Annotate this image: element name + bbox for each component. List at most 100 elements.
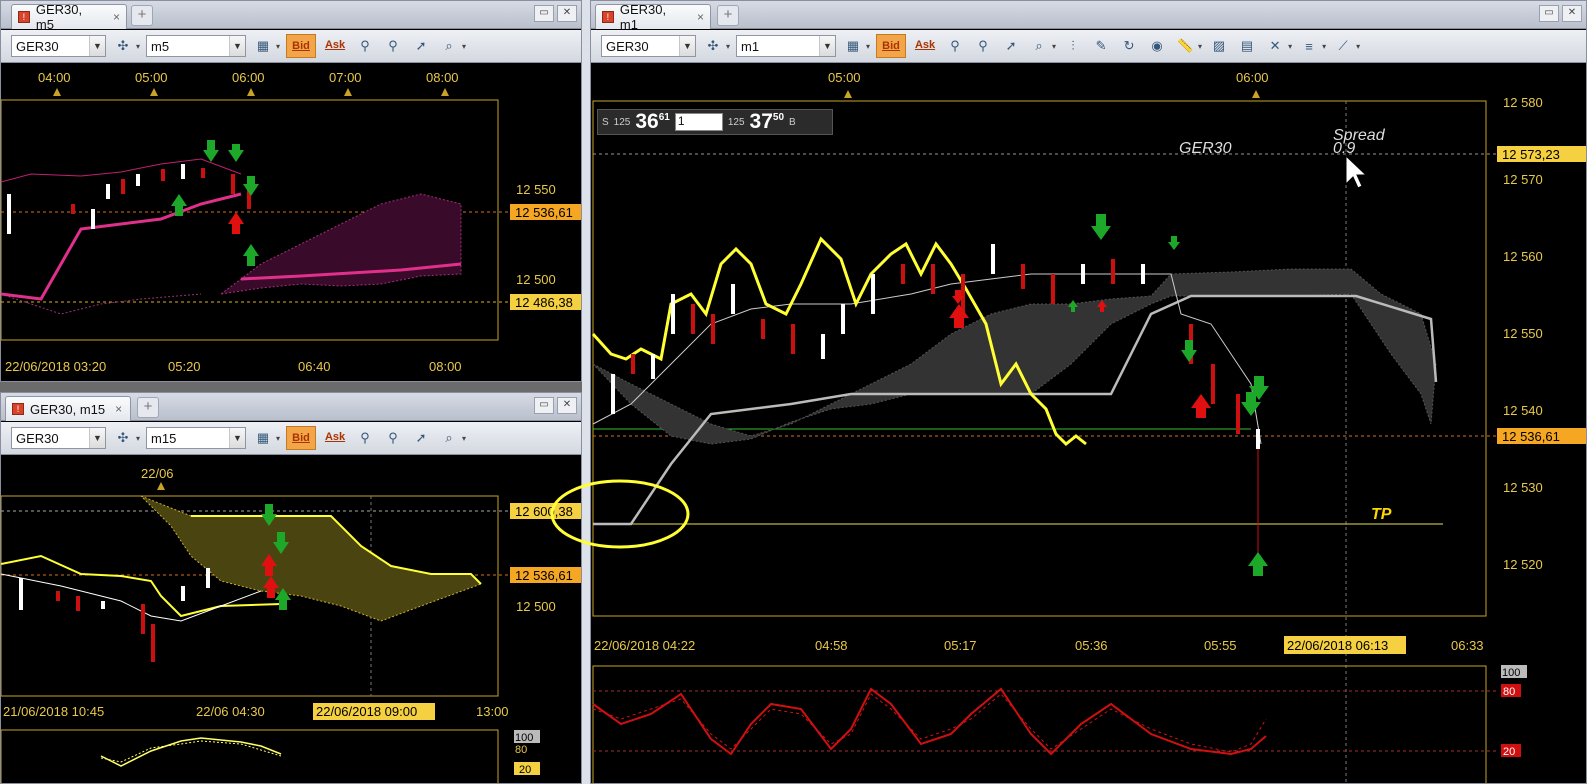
chevron-down-icon[interactable]: ▾ [136, 434, 140, 443]
symbol-select[interactable]: GER30 ▼ [601, 35, 696, 57]
lines-icon[interactable]: ≡ [1298, 35, 1320, 57]
chevron-down-icon[interactable]: ▾ [1356, 42, 1360, 51]
buy-button[interactable]: B [789, 117, 796, 128]
close-button[interactable]: ✕ [557, 5, 577, 22]
chevron-down-icon[interactable]: ▾ [136, 42, 140, 51]
ask-button[interactable]: Ask [912, 34, 938, 58]
price-tick: 12 580 [1503, 95, 1543, 110]
draw-tools-icon[interactable]: ✕ [1264, 35, 1286, 57]
new-tab-button[interactable]: + [131, 5, 153, 26]
tab-label: GER30, m1 [619, 2, 667, 32]
chevron-down-icon[interactable]: ▾ [866, 42, 870, 51]
ruler-icon[interactable]: 📏 [1174, 35, 1196, 57]
price-tick: 12 550 [1503, 326, 1543, 341]
crosshair-icon[interactable]: ✣ [112, 35, 134, 57]
zoom-out-icon[interactable]: ⚲ [382, 427, 404, 449]
minimize-button[interactable]: ▭ [534, 397, 554, 414]
timeframe-value: m5 [151, 38, 170, 54]
crosshair-icon[interactable]: ✣ [112, 427, 134, 449]
price-chart-m1[interactable]: 05:00 06:00 GER30 Spread 0.9 TP 12 580 1… [591, 64, 1586, 784]
cursor-icon[interactable]: ➚ [410, 35, 432, 57]
magnifier-icon[interactable]: ⌕ [438, 35, 460, 57]
minimize-button[interactable]: ▭ [534, 5, 554, 22]
vertical-splitter[interactable] [582, 0, 590, 784]
buy-price[interactable]: 3750 [750, 110, 784, 134]
note-icon[interactable]: ✎ [1090, 35, 1112, 57]
close-tab-icon[interactable]: × [697, 10, 704, 24]
zoom-out-icon[interactable]: ⚲ [972, 35, 994, 57]
buy-price-big: 37 [749, 110, 773, 133]
close-button[interactable]: ✕ [557, 397, 577, 414]
ask-button[interactable]: Ask [322, 426, 348, 450]
bid-button[interactable]: Bid [286, 426, 317, 450]
lot-size-input[interactable]: 1 [674, 113, 723, 131]
indicator-icon[interactable]: ⫶ [1062, 35, 1084, 57]
chevron-down-icon[interactable]: ▾ [276, 434, 280, 443]
tab-ger30-m1[interactable]: ! GER30, m1 × [595, 2, 711, 32]
sell-price[interactable]: 3661 [635, 110, 669, 134]
chart-type-icon[interactable]: ▦ [252, 35, 274, 57]
chart-type-icon[interactable]: ▦ [252, 427, 274, 449]
bid-button[interactable]: Bid [286, 34, 317, 58]
price-chart-m15[interactable]: 22/06 12 600,38 12 536,61 12 500 21/06/2… [1, 456, 581, 784]
timeframe-value: m15 [151, 430, 177, 446]
zoom-in-icon[interactable]: ⚲ [944, 35, 966, 57]
tab-bar: ! GER30, m1 × + ▭ ✕ [591, 1, 1586, 32]
new-tab-button[interactable]: + [137, 397, 159, 418]
time-label: 05:00 [135, 70, 168, 85]
price-chart-m5[interactable]: 04:00 05:00 06:00 07:00 08:00 12 550 12 … [1, 64, 581, 382]
new-tab-button[interactable]: + [717, 5, 739, 26]
chevron-down-icon[interactable]: ▾ [1198, 42, 1202, 51]
bid-button[interactable]: Bid [876, 34, 907, 58]
ask-button[interactable]: Ask [322, 34, 348, 58]
sell-button[interactable]: S [602, 117, 609, 128]
sell-price-prefix: 125 [613, 116, 631, 128]
cursor-icon[interactable]: ➚ [410, 427, 432, 449]
chevron-down-icon[interactable]: ▾ [462, 42, 466, 51]
current-price-label: 12 536,61 [515, 568, 573, 583]
chart-window-m5: ! GER30, m5 × + ▭ ✕ GER30 ▼ ✣ ▾ m5 ▼ ▦ ▾ Bid … [0, 0, 582, 382]
crosshair-icon[interactable]: ✣ [702, 35, 724, 57]
chevron-down-icon[interactable]: ▾ [1052, 42, 1056, 51]
chevron-down-icon[interactable]: ▾ [1288, 42, 1292, 51]
magnifier-icon[interactable]: ⌕ [1028, 35, 1050, 57]
symbol-watermark: GER30 [1179, 140, 1232, 157]
zoom-out-icon[interactable]: ⚲ [382, 35, 404, 57]
chevron-down-icon[interactable]: ▾ [462, 434, 466, 443]
zoom-in-icon[interactable]: ⚲ [354, 427, 376, 449]
symbol-select[interactable]: GER30 ▼ [11, 35, 106, 57]
zoom-in-icon[interactable]: ⚲ [354, 35, 376, 57]
symbol-select[interactable]: GER30 ▼ [11, 427, 106, 449]
tab-ger30-m5[interactable]: ! GER30, m5 × [11, 2, 127, 32]
cursor-icon[interactable]: ➚ [1000, 35, 1022, 57]
timeframe-select[interactable]: m1 ▼ [736, 35, 837, 57]
close-tab-icon[interactable]: × [115, 402, 122, 416]
crosshair-time-label: 22/06/2018 06:13 [1287, 638, 1388, 653]
chevron-down-icon[interactable]: ▾ [1322, 42, 1326, 51]
time-label: 04:58 [815, 638, 848, 653]
chevron-down-icon[interactable]: ▾ [726, 42, 730, 51]
magnifier-icon[interactable]: ⌕ [438, 427, 460, 449]
globe-icon[interactable]: ◉ [1146, 35, 1168, 57]
tab-bar: ! GER30, m5 × + ▭ ✕ [1, 1, 581, 32]
price-label: 12 486,38 [515, 295, 573, 310]
symbol-value: GER30 [606, 38, 649, 54]
close-button[interactable]: ✕ [1562, 5, 1582, 22]
chart-type-icon[interactable]: ▦ [842, 35, 864, 57]
refresh-icon[interactable]: ↻ [1118, 35, 1140, 57]
chevron-down-icon[interactable]: ▾ [276, 42, 280, 51]
timeframe-select[interactable]: m15 ▼ [146, 427, 247, 449]
time-label: 07:00 [329, 70, 362, 85]
osc-tick: 80 [1503, 686, 1515, 698]
minimize-button[interactable]: ▭ [1539, 5, 1559, 22]
tab-ger30-m15[interactable]: ! GER30, m15 × [5, 396, 131, 421]
timeframe-select[interactable]: m5 ▼ [146, 35, 247, 57]
chart-window-m15: ! GER30, m15 × + ▭ ✕ GER30 ▼ ✣ ▾ m15 ▼ ▦ ▾ Bi… [0, 392, 582, 784]
time-label: 13:00 [476, 704, 509, 719]
trendline-icon[interactable]: ⟋ [1332, 35, 1354, 57]
template-icon[interactable]: ▤ [1236, 35, 1258, 57]
osc-tick: 20 [519, 764, 531, 776]
time-label: 08:00 [426, 70, 459, 85]
image-icon[interactable]: ▨ [1208, 35, 1230, 57]
close-tab-icon[interactable]: × [113, 10, 120, 24]
